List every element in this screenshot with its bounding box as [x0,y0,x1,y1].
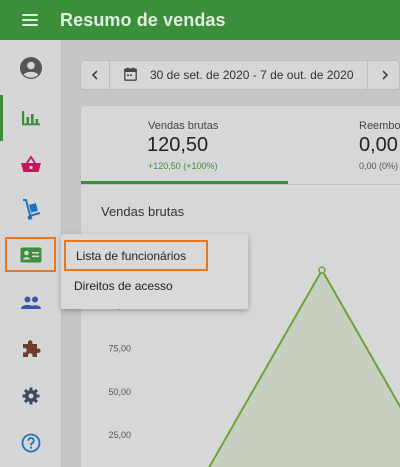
sidebar-item-settings[interactable] [0,373,61,419]
id-card-icon [20,247,41,262]
help-circle-icon [21,433,40,453]
menu-button[interactable] [0,0,60,40]
page-title: Resumo de vendas [60,9,226,30]
sidebar-item-integrations[interactable] [0,326,61,372]
data-point[interactable] [318,266,326,274]
sidebar-item-employees[interactable] [5,237,56,272]
bar-chart-icon [21,111,40,126]
sidebar [0,40,62,467]
employees-popup-menu: Lista de funcionários Direitos de acesso [61,234,248,309]
sidebar-item-reports[interactable] [0,95,61,141]
sidebar-item-customers[interactable] [0,280,61,326]
tab-refunds[interactable]: Reembo 0,00 0,00 (0%) [288,106,400,184]
y-tick-label: 50,00 [108,387,131,397]
refunds-delta: 0,00 (0%) [359,161,399,171]
hamburger-icon [22,14,38,26]
refunds-value: 0,00 [359,134,398,156]
y-tick-label: 75,00 [108,344,131,354]
account-circle-icon [19,57,42,79]
refunds-label: Reembo [359,120,400,132]
hand-truck-icon [22,199,40,220]
gear-icon [22,387,39,405]
basket-icon [20,155,41,172]
sidebar-item-sales[interactable] [0,141,61,187]
previous-period-button[interactable] [81,61,110,89]
sidebar-item-account[interactable] [0,45,61,91]
app-bar: Resumo de vendas [0,0,400,40]
puzzle-icon [22,340,41,357]
calendar-icon [124,67,137,81]
y-tick-label: 25,00 [108,430,131,440]
chart-title: Vendas brutas [101,204,185,219]
tabs-divider [81,184,400,185]
next-period-button[interactable] [367,61,399,89]
date-range-picker: 30 de set. de 2020 - 7 de out. de 2020 [80,60,400,90]
chevron-right-icon [382,70,389,80]
date-range-text[interactable]: 30 de set. de 2020 - 7 de out. de 2020 [150,68,354,82]
menu-item-access-rights[interactable]: Direitos de acesso [61,271,248,301]
sidebar-item-inventory[interactable] [0,187,61,233]
chevron-left-icon [91,70,98,80]
gross-sales-label: Vendas brutas [148,120,219,132]
sidebar-item-help[interactable] [0,420,61,466]
gross-sales-delta: +120,50 (+100%) [148,161,218,171]
people-icon [20,296,41,309]
tab-gross-sales[interactable]: Vendas brutas 120,50 +120,50 (+100%) [81,106,288,184]
menu-item-employee-list[interactable]: Lista de funcionários [64,240,208,271]
gross-sales-value: 120,50 [147,134,209,156]
